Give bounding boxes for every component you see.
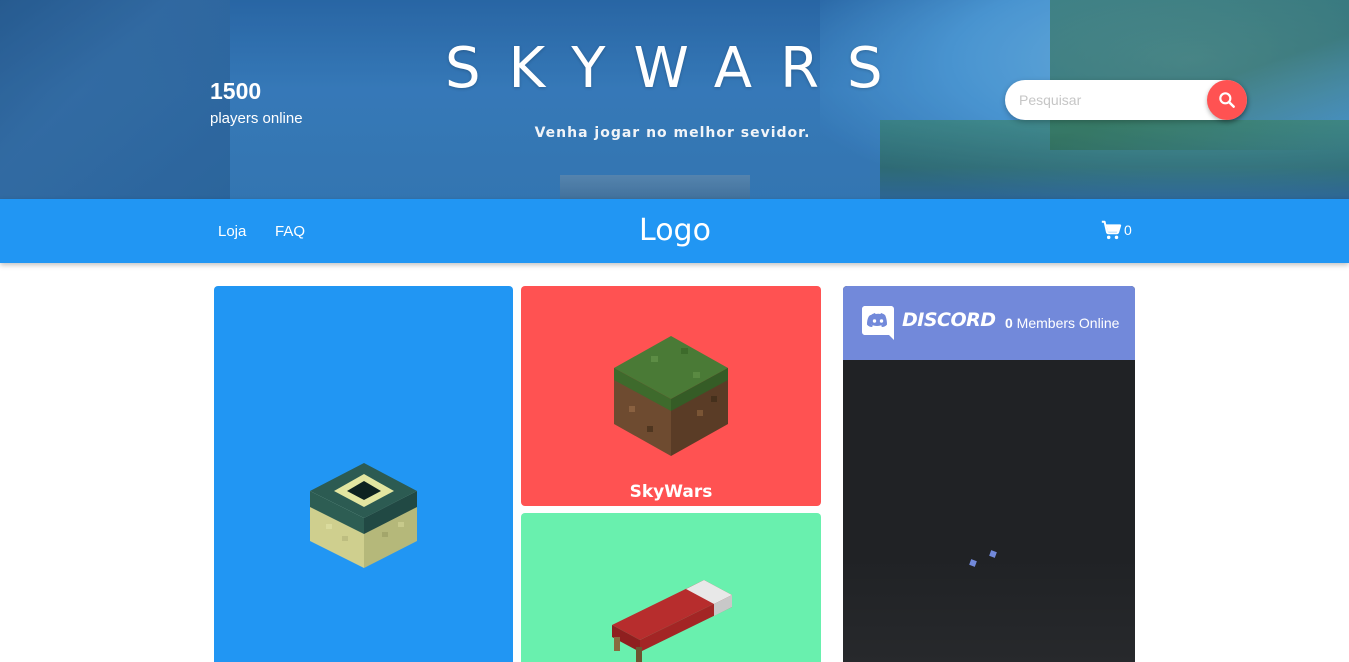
members-label: Members Online bbox=[1012, 315, 1120, 331]
discord-header: DISCORD 0 Members Online bbox=[843, 286, 1135, 360]
search-icon bbox=[1219, 92, 1235, 108]
discord-brand: DISCORD bbox=[902, 309, 996, 331]
site-title: SKYWARS bbox=[445, 36, 911, 101]
tagline: Venha jogar no melhor sevidor. bbox=[534, 125, 811, 141]
search-input[interactable] bbox=[1019, 90, 1199, 110]
bedwars-card[interactable] bbox=[521, 513, 821, 662]
discord-body-fade bbox=[843, 556, 1135, 662]
site-logo[interactable]: Logo bbox=[575, 213, 775, 248]
cart-count: 0 bbox=[1124, 222, 1132, 238]
end-portal-card[interactable] bbox=[214, 286, 513, 662]
nav-link-loja[interactable]: Loja bbox=[218, 223, 246, 240]
skywars-card[interactable] bbox=[521, 286, 821, 506]
players-label: players online bbox=[210, 110, 303, 127]
discord-widget: DISCORD 0 Members Online bbox=[843, 286, 1135, 662]
players-online: 1500 players online bbox=[210, 77, 303, 129]
discord-members: 0 Members Online bbox=[1005, 315, 1119, 331]
players-count: 1500 bbox=[210, 78, 262, 104]
members-count: 0 bbox=[1005, 315, 1013, 331]
discord-logo-icon bbox=[862, 306, 894, 340]
bed-icon bbox=[612, 580, 732, 662]
cart-button[interactable]: 0 bbox=[1100, 219, 1132, 241]
search-box bbox=[1005, 80, 1247, 120]
search-button[interactable] bbox=[1207, 80, 1247, 120]
end-portal-frame-icon bbox=[310, 463, 417, 568]
navbar: Loja FAQ Logo 0 bbox=[0, 199, 1349, 263]
grass-block-icon bbox=[614, 336, 728, 456]
nav-link-faq[interactable]: FAQ bbox=[275, 223, 305, 240]
cart-icon bbox=[1101, 220, 1122, 240]
hero-banner: 1500 players online SKYWARS Venha jogar … bbox=[0, 0, 1349, 199]
skywars-card-label: SkyWars bbox=[629, 482, 713, 502]
